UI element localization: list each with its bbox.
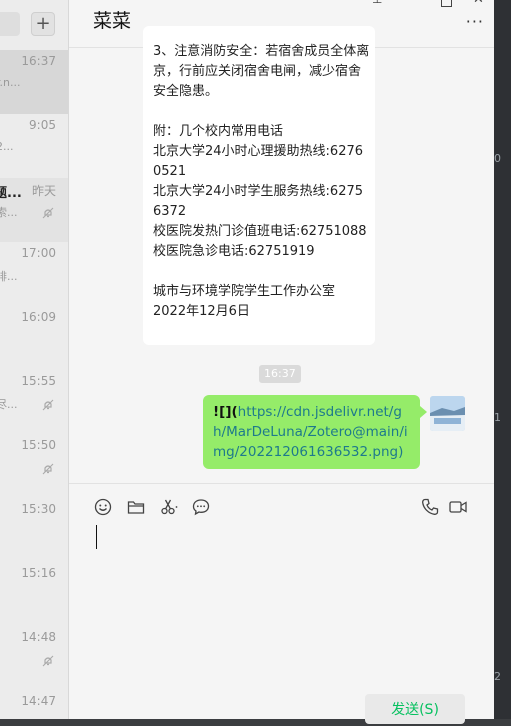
- scissors-icon[interactable]: [159, 497, 179, 517]
- close-icon[interactable]: ✕: [473, 0, 484, 7]
- chat-list-item[interactable]: 14:47: [0, 690, 68, 719]
- pin-icon[interactable]: ⊥: [372, 0, 382, 6]
- message-bubble-incoming[interactable]: 3、注意消防安全：若宿舍成员全体离京，行前应关闭宿舍电闸，减少宿舍安全隐患。 附…: [143, 26, 375, 345]
- video-icon[interactable]: [448, 497, 468, 517]
- item-time: 14:47: [21, 694, 56, 708]
- add-button[interactable]: +: [31, 12, 55, 36]
- background-window-edge: [494, 0, 511, 719]
- item-time: 14:48: [21, 630, 56, 644]
- text-caret[interactable]: [96, 525, 97, 549]
- item-time: 9:05: [29, 118, 56, 132]
- mute-icon: [42, 207, 54, 219]
- search-input[interactable]: [0, 12, 20, 36]
- bubble-tail: [420, 406, 427, 418]
- chat-list-item[interactable]: 9:05 2...: [0, 114, 68, 178]
- maximize-icon[interactable]: [441, 0, 452, 7]
- item-time: 17:00: [21, 246, 56, 260]
- more-icon[interactable]: ···: [466, 12, 484, 31]
- input-divider: [69, 483, 494, 484]
- item-time: 15:55: [21, 374, 56, 388]
- chat-list-item[interactable]: 15:50: [0, 434, 68, 498]
- item-time: 15:30: [21, 502, 56, 516]
- item-preview: 尽...: [0, 398, 18, 411]
- markdown-prefix: ![](: [213, 404, 238, 420]
- mute-icon: [42, 463, 54, 475]
- chat-list-item[interactable]: 16:09: [0, 306, 68, 370]
- edge-text: 2: [494, 670, 501, 683]
- markdown-suffix: ): [398, 444, 404, 460]
- item-time: 昨天: [31, 184, 56, 198]
- chat-list-item[interactable]: 15:16: [0, 562, 68, 626]
- chat-title: 菜菜: [93, 10, 132, 32]
- message-timestamp: 16:37: [259, 365, 301, 383]
- message-text: 3、注意消防安全：若宿舍成员全体离京，行前应关闭宿舍电闸，减少宿舍安全隐患。 附…: [153, 44, 370, 319]
- item-time: 16:37: [21, 54, 56, 68]
- item-preview: 排...: [0, 270, 18, 283]
- item-time: 15:16: [21, 566, 56, 580]
- edge-text: 0: [494, 152, 501, 165]
- chat-list: + 16:37 r.n... 9:05 2... 题... 昨天 索... 17…: [0, 0, 69, 719]
- chat-list-item[interactable]: 15:55 尽...: [0, 370, 68, 434]
- chat-list-item[interactable]: 17:00 排...: [0, 242, 68, 306]
- avatar[interactable]: [430, 396, 465, 431]
- chat-list-item[interactable]: 15:30: [0, 498, 68, 562]
- message-link[interactable]: https://cdn.jsdelivr.net/gh/MarDeLuna/Zo…: [213, 404, 408, 460]
- chat-list-item[interactable]: 16:37 r.n...: [0, 50, 68, 114]
- message-bubble-outgoing[interactable]: ![](https://cdn.jsdelivr.net/gh/MarDeLun…: [203, 395, 420, 469]
- item-time: 15:50: [21, 438, 56, 452]
- send-button[interactable]: 发送(S): [365, 694, 465, 724]
- item-preview: r.n...: [0, 76, 21, 89]
- item-time: 16:09: [21, 310, 56, 324]
- chat-window: ⊥ ✕ 菜菜 ··· 3、注意消防安全：若宿舍成员全体离京，行前应关闭宿舍电闸，…: [69, 0, 494, 724]
- folder-icon[interactable]: [126, 497, 146, 517]
- chat-history-icon[interactable]: [191, 497, 211, 517]
- phone-icon[interactable]: [420, 497, 440, 517]
- mute-icon: [42, 655, 54, 667]
- chat-list-item[interactable]: 题... 昨天 索...: [0, 178, 68, 242]
- chat-list-item[interactable]: 14:48 \: [0, 626, 68, 690]
- item-name: 题...: [0, 186, 22, 201]
- message-text: ![](https://cdn.jsdelivr.net/gh/MarDeLun…: [213, 402, 413, 462]
- edge-text: 1: [494, 411, 501, 424]
- mute-icon: [42, 399, 54, 411]
- item-preview: 索...: [0, 206, 18, 219]
- item-preview: 2...: [0, 140, 14, 153]
- emoji-icon[interactable]: [93, 497, 113, 517]
